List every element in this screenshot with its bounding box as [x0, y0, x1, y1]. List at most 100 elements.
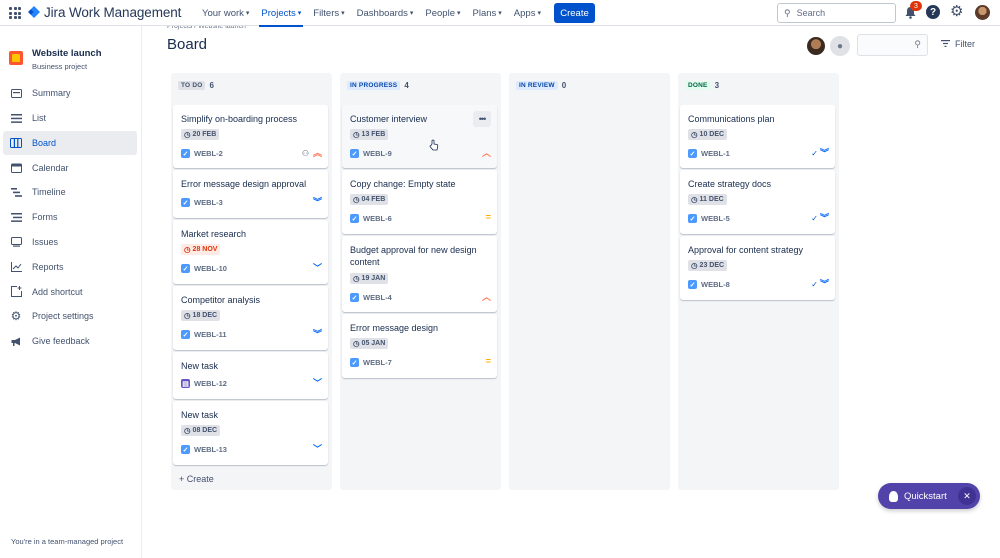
sidebar-item-list[interactable]: List: [3, 106, 137, 131]
issue-card[interactable]: Create strategy docs ◷ 11 DEC ✓ WEBL-5 ✓ ︾: [680, 170, 835, 234]
issue-key[interactable]: ✓ WEBL-1: [688, 149, 730, 158]
due-date-label: 04 FEB: [361, 196, 386, 203]
nav-plans[interactable]: Plans ▾: [467, 0, 508, 26]
nav-label: Apps: [513, 7, 536, 19]
due-date: ◷ 04 FEB: [350, 194, 389, 205]
clock-icon: ◷: [184, 245, 191, 254]
due-date-overdue: ◷ 28 NOV: [181, 244, 221, 255]
nav-your-work[interactable]: Your work ▾: [196, 0, 255, 26]
issue-key-label: WEBL-4: [363, 293, 392, 302]
quickstart-label: Quickstart: [904, 490, 947, 502]
issue-card[interactable]: Competitor analysis ◷ 18 DEC ✓ WEBL-11 ︾: [173, 286, 328, 350]
card-title: Error message design: [350, 323, 439, 333]
priority-lowest-icon: ︾: [819, 148, 829, 158]
list-icon: [10, 112, 22, 124]
card-title: Approval for content strategy: [688, 245, 804, 255]
issue-card[interactable]: Error message design ◷ 05 JAN ✓ WEBL-7 =: [342, 314, 497, 378]
issue-key[interactable]: ✓ WEBL-11: [181, 330, 227, 339]
issue-key[interactable]: ✓ WEBL-13: [181, 445, 227, 454]
nav-apps[interactable]: Apps ▾: [508, 0, 547, 26]
create-issue-button[interactable]: + Create: [179, 474, 214, 484]
sidebar-item-label: Forms: [32, 212, 58, 223]
issue-key[interactable]: ✓ WEBL-4: [350, 293, 392, 302]
priority-lowest-icon: ︾: [819, 213, 829, 223]
nav-filters[interactable]: Filters ▾: [307, 0, 350, 26]
issue-card[interactable]: Simplify on-boarding process ◷ 20 FEB ✓ WE…: [173, 105, 328, 168]
sidebar-item-give-feedback[interactable]: Give feedback: [3, 329, 137, 354]
search-input[interactable]: ⚲ Search: [777, 3, 896, 23]
sidebar-item-label: Timeline: [32, 187, 66, 198]
issue-card[interactable]: Communications plan ◷ 10 DEC ✓ WEBL-1 ✓ ︾: [680, 105, 835, 168]
column-count: 0: [561, 81, 567, 90]
sidebar-item-label: Board: [32, 137, 57, 148]
column-header: IN PROGRESS 4: [347, 81, 409, 90]
issue-key[interactable]: ▤ WEBL-12: [181, 379, 227, 388]
issue-card[interactable]: Budget approval for new design content ◷…: [342, 236, 497, 312]
column-count: 3: [714, 81, 720, 90]
issue-key[interactable]: ✓ WEBL-2: [181, 149, 223, 158]
sidebar-item-board[interactable]: Board: [3, 130, 137, 156]
nav-people[interactable]: People ▾: [419, 0, 466, 26]
member-avatar[interactable]: [806, 36, 826, 56]
column-done: DONE 3 Communications plan ◷ 10 DEC ✓ WEBL…: [678, 73, 839, 490]
create-button[interactable]: Create: [554, 3, 595, 23]
app-switcher-icon[interactable]: [9, 7, 21, 19]
issue-key-label: WEBL-2: [194, 149, 223, 158]
card-title: Simplify on-boarding process: [181, 114, 298, 124]
issue-card[interactable]: Error message design approval ✓ WEBL-3 ︾: [173, 170, 328, 218]
issue-key[interactable]: ✓ WEBL-8: [688, 280, 730, 289]
issue-card[interactable]: Market research ◷ 28 NOV ✓ WEBL-10 ﹀: [173, 220, 328, 284]
issue-key[interactable]: ✓ WEBL-6: [350, 214, 392, 223]
product-logo[interactable]: Jira Work Management: [28, 5, 181, 20]
settings-gear-icon[interactable]: ⚙: [950, 4, 963, 19]
add-people-icon[interactable]: ●: [830, 36, 850, 56]
quickstart-button[interactable]: Quickstart ✕: [878, 483, 980, 509]
issue-card[interactable]: Copy change: Empty state ◷ 04 FEB ✓ WEBL-6…: [342, 170, 497, 234]
issue-key[interactable]: ✓ WEBL-3: [181, 198, 223, 207]
sidebar-item-add-shortcut[interactable]: Add shortcut: [3, 279, 137, 304]
sidebar-item-issues[interactable]: Issues: [3, 230, 137, 255]
issue-card[interactable]: New task ▤ WEBL-12 ﹀: [173, 352, 328, 399]
issue-key[interactable]: ✓ WEBL-5: [688, 214, 730, 223]
sidebar-item-forms[interactable]: Forms: [3, 205, 137, 230]
sidebar-item-reports[interactable]: Reports: [3, 255, 137, 280]
sidebar-item-calendar[interactable]: Calendar: [3, 155, 137, 180]
priority-highest-icon: ︽: [312, 148, 322, 158]
column-title: IN REVIEW: [516, 81, 558, 90]
sidebar-item-summary[interactable]: Summary: [3, 81, 137, 106]
issue-key[interactable]: ✓ WEBL-10: [181, 264, 227, 273]
task-checkbox-icon: ✓: [181, 149, 190, 158]
breadcrumb[interactable]: Projects / Website launch: [167, 26, 246, 32]
chevron-down-icon: ▾: [498, 10, 502, 17]
nav-dashboards[interactable]: Dashboards ▾: [351, 0, 420, 26]
issue-key[interactable]: ✓ WEBL-7: [350, 358, 392, 367]
issue-card[interactable]: New task ◷ 08 DEC ✓ WEBL-13 ﹀: [173, 401, 328, 465]
sidebar-item-timeline[interactable]: Timeline: [3, 180, 137, 205]
more-actions-button[interactable]: •••: [473, 111, 491, 127]
board-search-input[interactable]: ⚲: [857, 34, 928, 56]
help-icon[interactable]: ?: [926, 5, 940, 19]
profile-avatar[interactable]: [975, 5, 990, 20]
issue-card[interactable]: Approval for content strategy ◷ 23 DEC ✓ W…: [680, 236, 835, 300]
filter-button[interactable]: Filter: [941, 39, 975, 49]
card-title: Create strategy docs: [688, 179, 772, 189]
top-navigation-bar: Jira Work Management Your work ▾ Projects…: [0, 0, 1000, 27]
nav-projects[interactable]: Projects ▾: [255, 0, 307, 27]
team-managed-note[interactable]: You're in a team-managed project: [11, 537, 123, 546]
nav-label: Plans: [472, 7, 497, 19]
sidebar-item-label: Add shortcut: [32, 286, 83, 297]
card-title: Communications plan: [688, 114, 775, 124]
project-header[interactable]: Website launch Business project: [9, 48, 102, 71]
clock-icon: ◷: [353, 274, 360, 283]
card-title: Budget approval for new design content: [350, 245, 477, 267]
subtasks-icon: ⚇: [301, 149, 309, 158]
issue-key[interactable]: ✓ WEBL-9: [350, 149, 392, 158]
search-icon: ⚲: [914, 39, 921, 49]
issues-icon: [10, 236, 22, 248]
close-icon[interactable]: ✕: [958, 487, 976, 505]
issue-card[interactable]: Customer interview ••• ◷ 13 FEB ✓ WEBL-9 ︿: [342, 105, 497, 168]
chevron-down-icon: ▾: [341, 10, 345, 17]
sidebar-item-project-settings[interactable]: ⚙ Project settings: [3, 304, 137, 329]
card-title: Customer interview: [350, 114, 428, 124]
sidebar-item-label: Project settings: [32, 311, 94, 322]
